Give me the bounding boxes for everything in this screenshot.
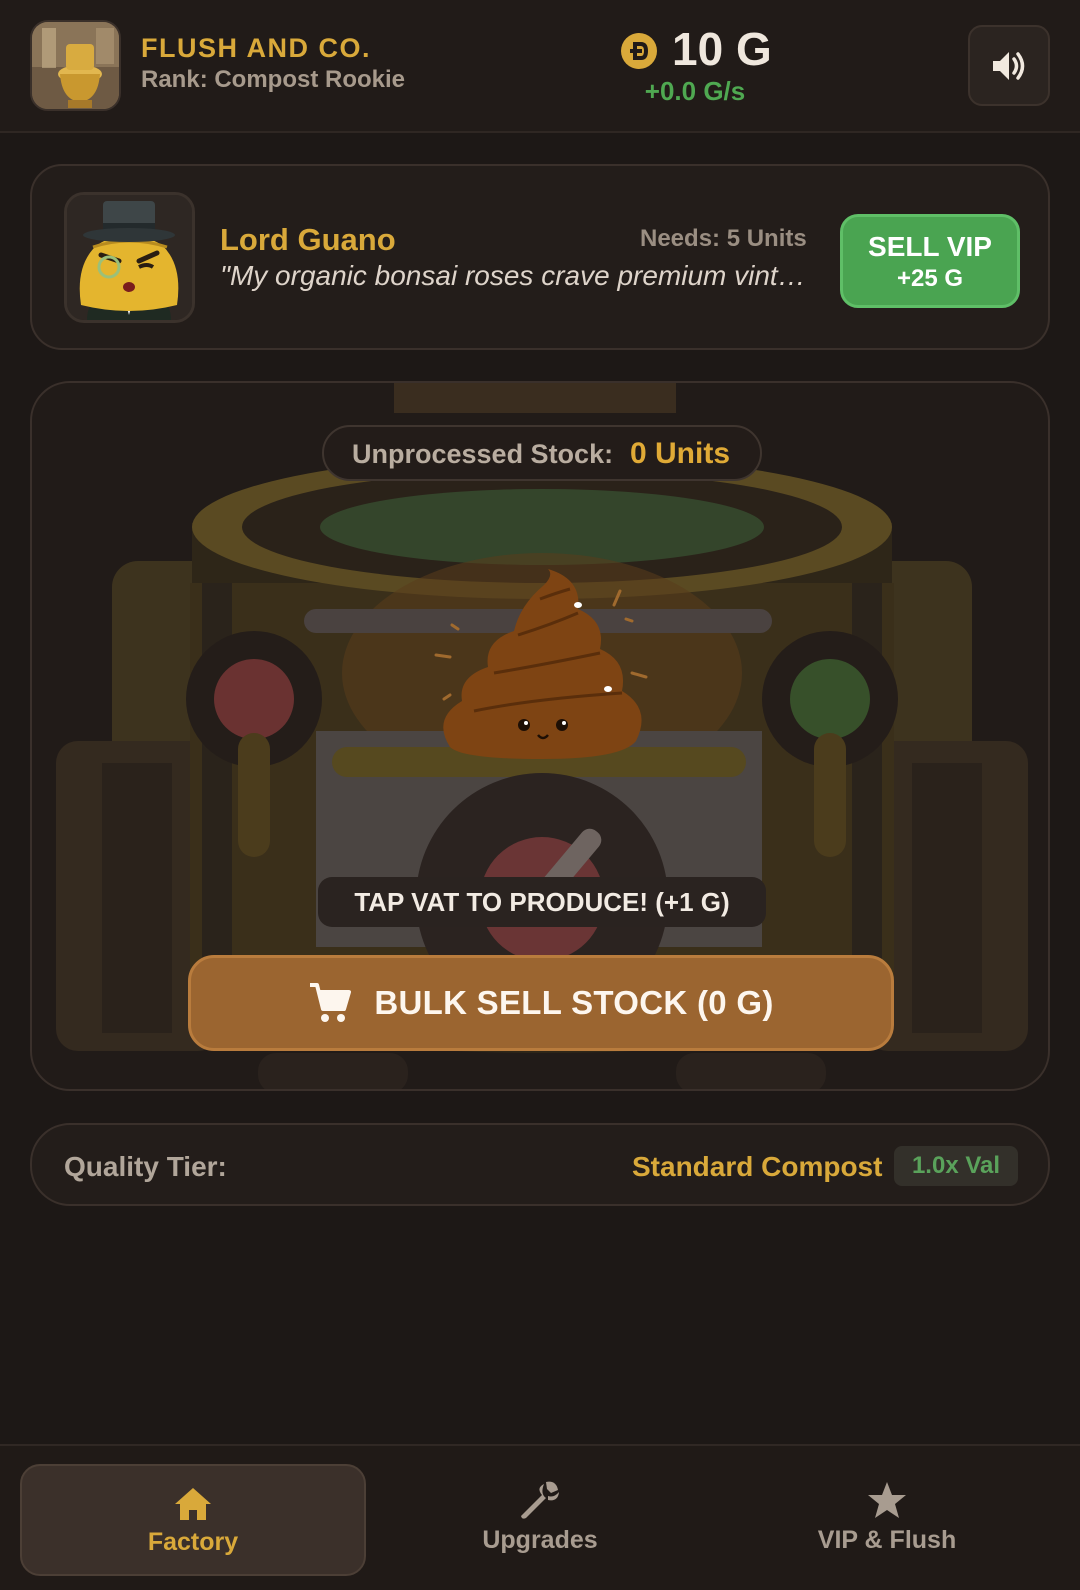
lord-guano-portrait-icon [67,195,192,320]
bulk-sell-label: BULK SELL STOCK (0 G) [374,984,774,1021]
nav-tab-factory[interactable]: Factory [20,1464,366,1576]
speaker-icon [993,51,1025,80]
bottom-navigation: Factory Upgrades VIP & Flush [0,1444,1080,1590]
vip-customer-card: Lord Guano Needs: 5 Units "My organic bo… [30,164,1050,350]
company-logo [30,20,121,111]
coin-icon [621,33,657,69]
nav-label-upgrades: Upgrades [482,1526,598,1554]
company-name: FLUSH AND CO. [141,33,371,63]
home-icon [175,1488,211,1520]
gold-balance: 10 G [672,23,772,75]
sell-vip-reward: +25 G [896,265,964,292]
vip-avatar [64,192,195,323]
nav-label-factory: Factory [147,1528,239,1556]
tap-instruction: TAP VAT TO PRODUCE! (+1 G) [318,877,766,927]
sell-vip-label: SELL VIP [868,231,992,262]
top-bar: FLUSH AND CO. Rank: Compost Rookie 10 G … [0,0,1080,133]
golden-toilet-icon [32,22,119,109]
cart-icon [310,983,352,1022]
sound-toggle-button[interactable] [968,25,1050,106]
nav-tab-vip-flush[interactable]: VIP & Flush [714,1464,1060,1576]
sell-vip-button[interactable]: SELL VIP +25 G [840,214,1020,308]
quality-label: Quality Tier: [64,1151,227,1182]
factory-panel: Unprocessed Stock: 0 Units TAP VAT TO PR… [30,381,1050,1091]
nav-tab-upgrades[interactable]: Upgrades [367,1464,713,1576]
wrench-icon [521,1481,559,1519]
vip-quote: "My organic bonsai roses crave premium v… [220,260,810,291]
bulk-sell-button[interactable]: BULK SELL STOCK (0 G) [188,955,894,1051]
app-root: FLUSH AND CO. Rank: Compost Rookie 10 G … [0,0,1080,1590]
player-rank: Rank: Compost Rookie [141,66,406,93]
quality-multiplier-badge: 1.0x Val [894,1146,1018,1186]
quality-tier-bar: Quality Tier: Standard Compost 1.0x Val [30,1123,1050,1206]
stock-counter: Unprocessed Stock: 0 Units [322,425,762,481]
star-icon [868,1482,906,1518]
vip-name: Lord Guano [220,222,396,257]
vip-requirement: Needs: 5 Units [640,225,807,252]
poop-mascot-icon[interactable] [422,569,662,789]
gold-per-second: +0.0 G/s [644,76,746,106]
stock-label: Unprocessed Stock: [352,439,614,469]
nav-label-vip-flush: VIP & Flush [817,1526,957,1554]
stock-value: 0 Units [630,437,731,470]
quality-value: Standard Compost [632,1151,883,1182]
